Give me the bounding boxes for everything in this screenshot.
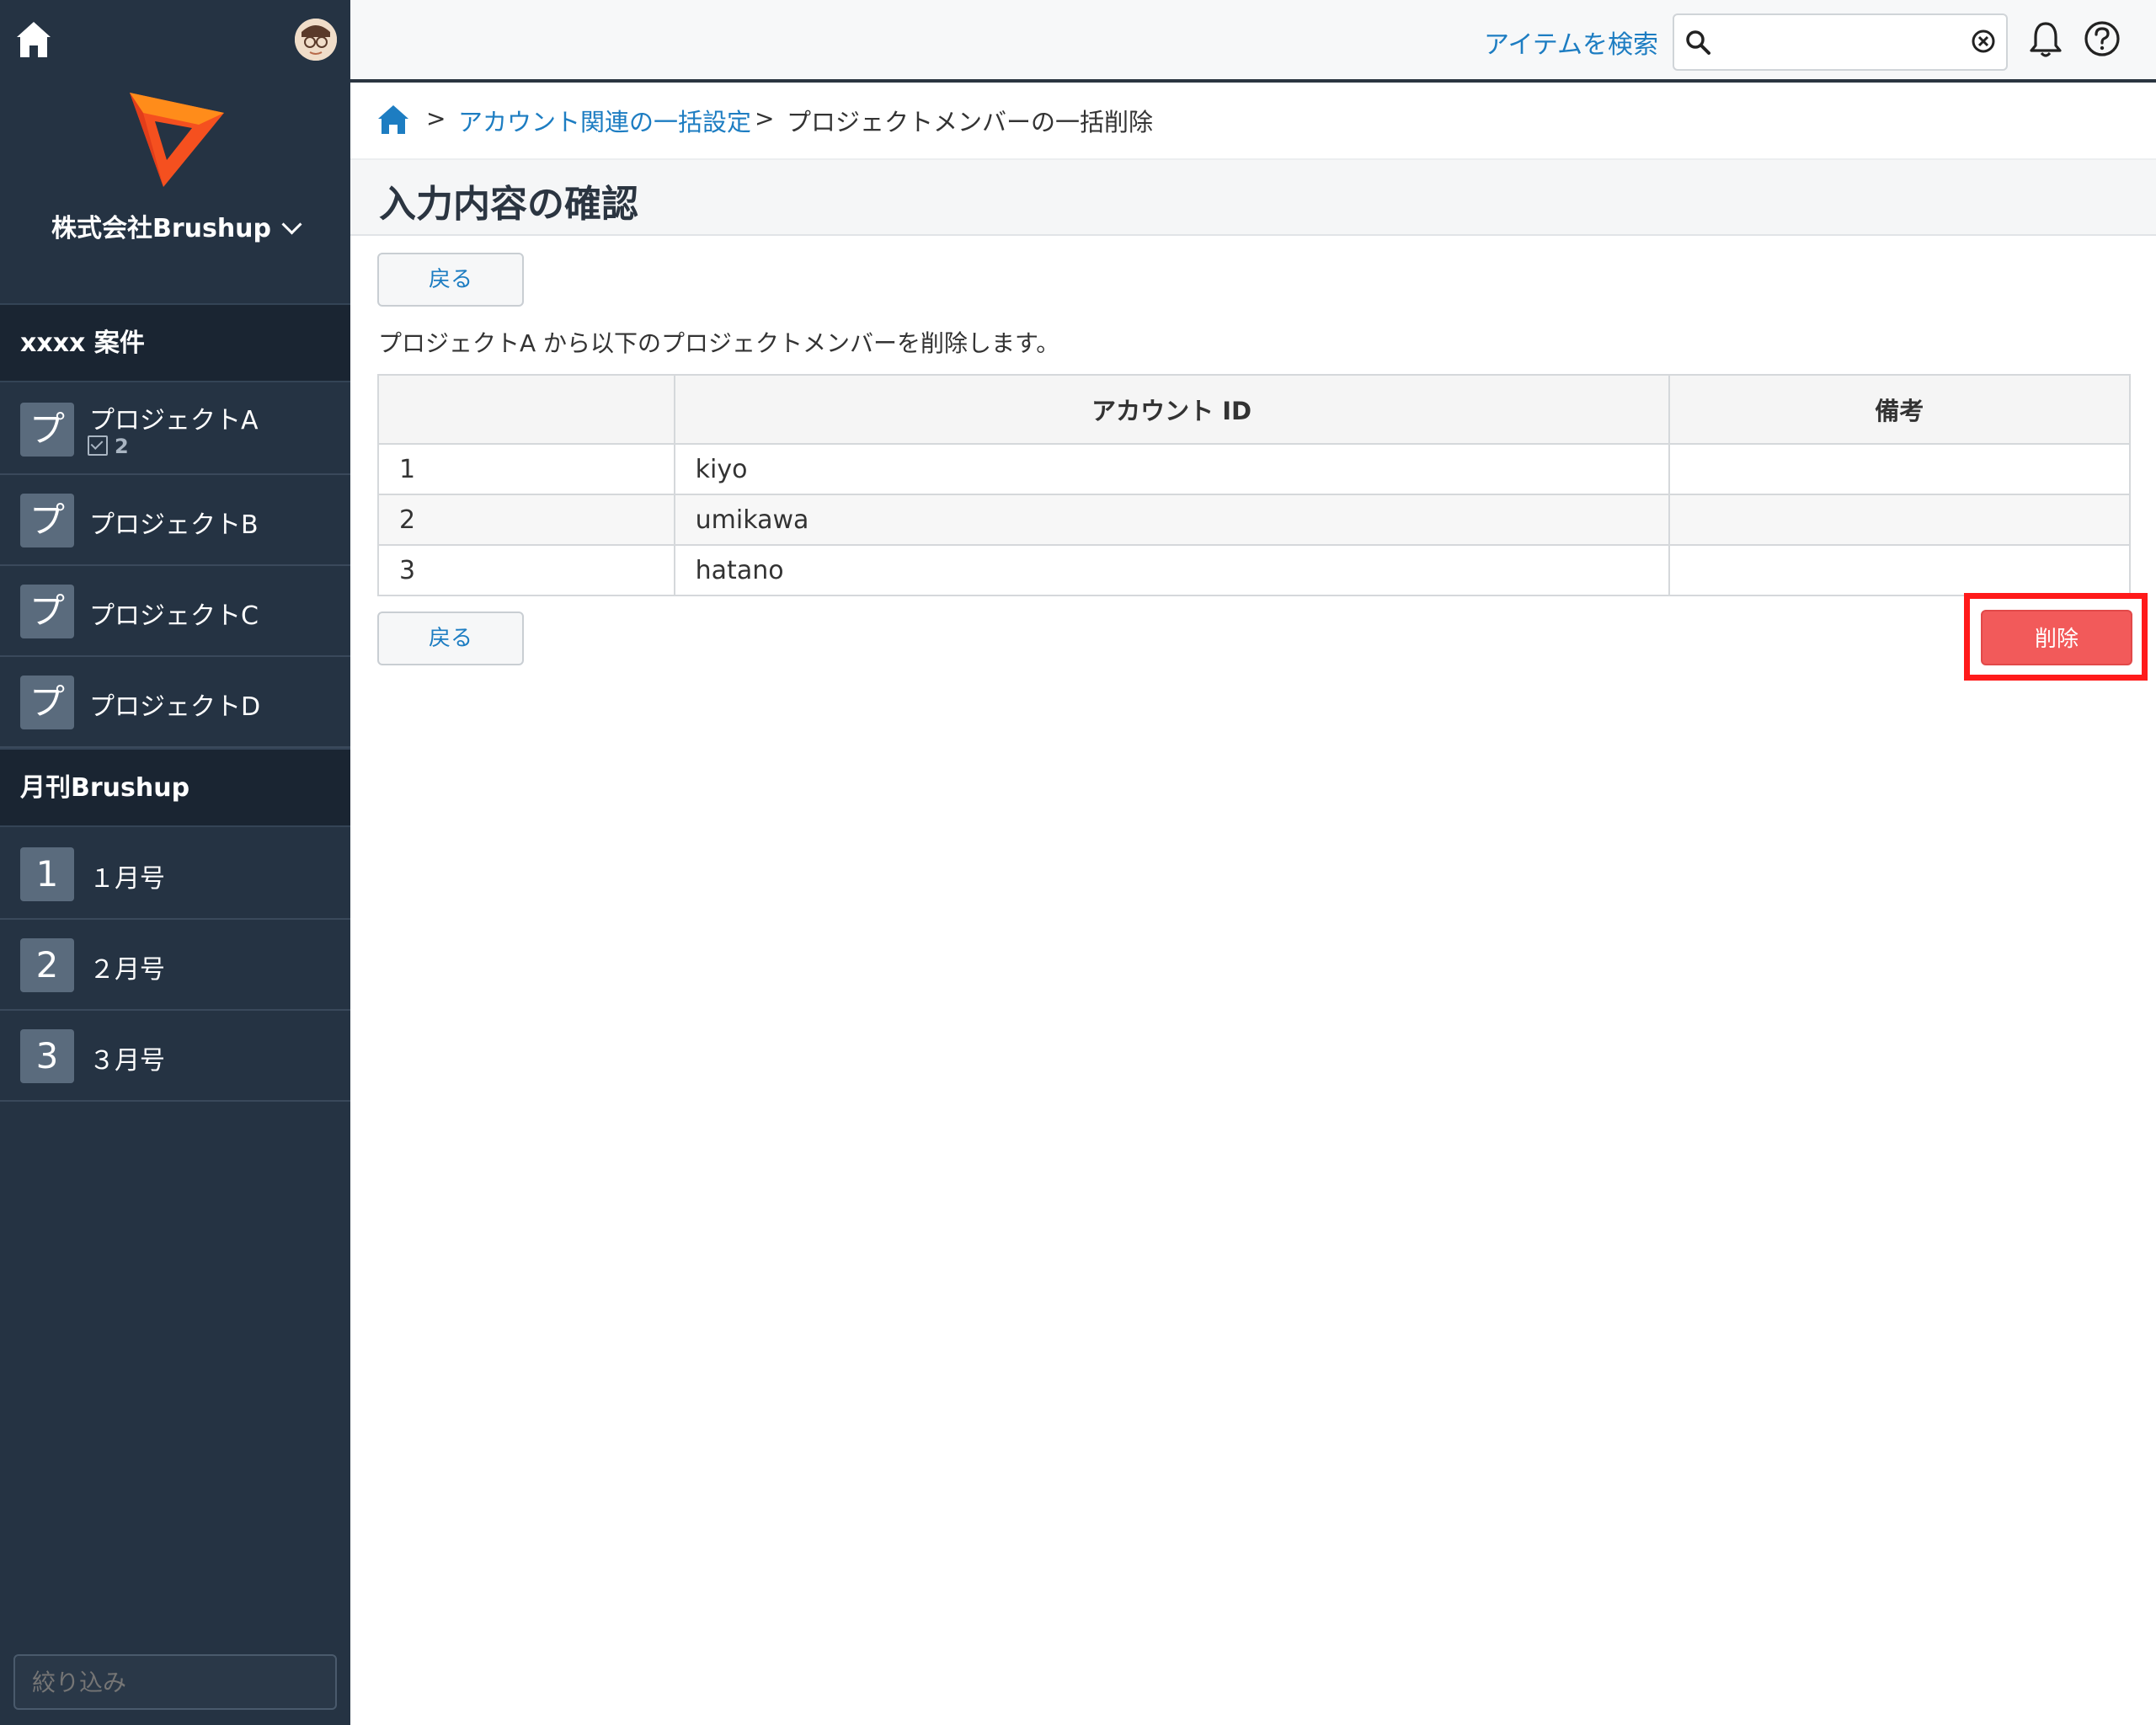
section-header[interactable]: xxxx 案件	[0, 303, 350, 382]
company-name: 株式会社Brushup	[51, 214, 272, 243]
table-row: 1 kiyo	[377, 443, 2132, 495]
search-input[interactable]	[1715, 17, 1967, 67]
filter-input[interactable]	[13, 1654, 337, 1710]
brushup-logo	[130, 93, 224, 187]
back-button-top[interactable]: 戻る	[377, 253, 524, 307]
column-header: 備考	[1668, 374, 2132, 445]
clear-search-icon[interactable]	[1971, 29, 1996, 54]
sidebar-item-label: ３月号	[89, 1046, 165, 1076]
checkbox-icon	[88, 435, 108, 456]
row-number: 2	[377, 494, 675, 546]
sidebar-item-project-b[interactable]: プ プロジェクトB	[0, 475, 350, 566]
project-badge: プ	[20, 494, 74, 547]
back-button-bottom[interactable]: 戻る	[377, 611, 524, 665]
breadcrumb-home-icon[interactable]	[376, 103, 411, 136]
account-id-cell: kiyo	[673, 443, 1670, 495]
sidebar-item-issue-1[interactable]: 1 １月号	[0, 829, 350, 920]
sidebar-item-issue-3[interactable]: 3 ３月号	[0, 1011, 350, 1102]
breadcrumb-current: プロジェクトメンバーの一括削除	[787, 108, 1154, 136]
item-search-link[interactable]: アイテムを検索	[1484, 24, 1658, 61]
user-avatar[interactable]	[295, 19, 337, 61]
sidebar-item-label: プロジェクトA	[89, 406, 259, 435]
help-icon[interactable]	[2084, 20, 2121, 57]
sidebar: 株式会社Brushup xxxx 案件 プ プロジェクトA 2 プ プロジェクト…	[0, 0, 350, 1725]
sidebar-item-label: プロジェクトB	[89, 510, 259, 540]
column-header	[377, 374, 675, 445]
issue-badge: 3	[20, 1029, 74, 1083]
delete-button[interactable]: 削除	[1981, 610, 2132, 665]
column-header: アカウント ID	[673, 374, 1670, 445]
sidebar-item-project-c[interactable]: プ プロジェクトC	[0, 566, 350, 657]
account-id-cell: hatano	[673, 544, 1670, 596]
sidebar-item-issue-2[interactable]: 2 ２月号	[0, 920, 350, 1011]
project-badge: プ	[20, 403, 74, 457]
sidebar-item-label: １月号	[89, 864, 165, 894]
project-badge: プ	[20, 676, 74, 729]
home-icon[interactable]	[15, 19, 52, 61]
sidebar-item-project-a[interactable]: プ プロジェクトA 2	[0, 384, 350, 475]
breadcrumb-separator: >	[755, 104, 775, 132]
table-header-row: アカウント ID 備考	[377, 374, 2132, 445]
issue-badge: 2	[20, 938, 74, 992]
project-badge: プ	[20, 585, 74, 638]
remarks-cell	[1668, 494, 2132, 546]
sidebar-item-label: プロジェクトC	[89, 601, 259, 631]
task-count: 2	[88, 435, 129, 458]
page-title: 入力内容の確認	[379, 183, 638, 226]
bell-icon[interactable]	[2028, 20, 2063, 59]
company-switcher[interactable]: 株式会社Brushup	[0, 207, 350, 244]
table-row: 3 hatano	[377, 544, 2132, 596]
remarks-cell	[1668, 443, 2132, 495]
remarks-cell	[1668, 544, 2132, 596]
issue-badge: 1	[20, 847, 74, 901]
search-icon	[1686, 30, 1710, 55]
section-header[interactable]: 月刊Brushup	[0, 748, 350, 827]
members-table: アカウント ID 備考 1 kiyo 2 umikawa 3 hatano	[377, 374, 2132, 596]
row-number: 1	[377, 443, 675, 495]
row-number: 3	[377, 544, 675, 596]
chevron-down-icon	[281, 214, 302, 235]
sidebar-item-project-d[interactable]: プ プロジェクトD	[0, 657, 350, 748]
breadcrumb-link[interactable]: アカウント関連の一括設定	[458, 103, 751, 138]
account-id-cell: umikawa	[673, 494, 1670, 546]
table-row: 2 umikawa	[377, 494, 2132, 546]
sidebar-item-label: プロジェクトD	[89, 692, 261, 722]
breadcrumb-separator: >	[426, 104, 446, 132]
avatar-face-icon	[295, 19, 337, 61]
sidebar-item-label: ２月号	[89, 955, 165, 985]
description-text: プロジェクトA から以下のプロジェクトメンバーを削除します。	[378, 329, 1060, 357]
